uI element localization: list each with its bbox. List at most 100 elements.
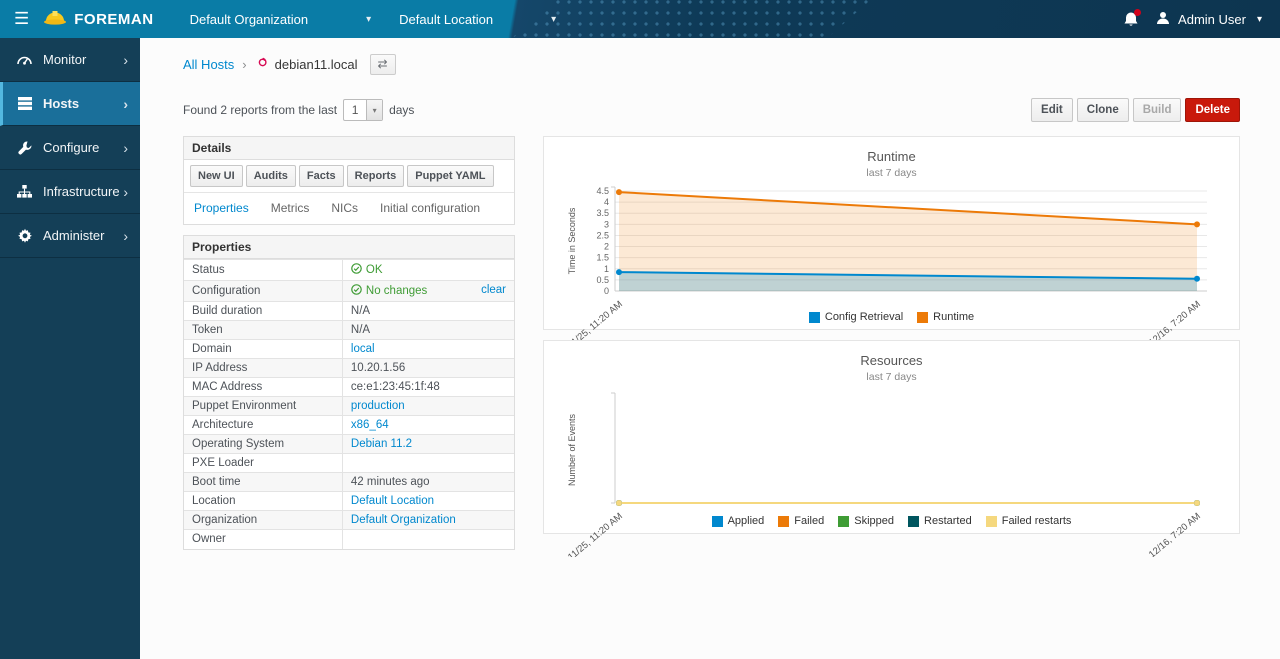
chart-subtitle: last 7 days <box>552 371 1231 383</box>
property-label: Domain <box>184 340 342 359</box>
legend-swatch <box>908 516 919 527</box>
property-label: Configuration <box>184 281 342 302</box>
property-value: x86_64 <box>342 416 514 435</box>
resources-chart: Number of Events11/25, 11:20 AM12/16, 7:… <box>559 385 1224 557</box>
sidebar-item-administer[interactable]: Administer› <box>0 214 140 258</box>
breadcrumb-switcher-button[interactable]: ⇄ <box>370 54 396 75</box>
host-action-buttons: EditCloneBuildDelete <box>1031 98 1240 122</box>
property-value: Default Location <box>342 492 514 511</box>
vertical-nav: Monitor›Hosts›Configure›Infrastructure›A… <box>0 38 140 659</box>
legend-item-skipped[interactable]: Skipped <box>838 515 894 527</box>
tab-nics[interactable]: NICs <box>331 201 358 215</box>
hamburger-menu-icon[interactable]: ☰ <box>14 9 29 29</box>
reports-bar: Found 2 reports from the last 1 ▾ days E… <box>183 98 1240 122</box>
property-label: Organization <box>184 511 342 530</box>
new-ui-button[interactable]: New UI <box>190 165 243 187</box>
reports-button[interactable]: Reports <box>347 165 405 187</box>
legend-label: Skipped <box>854 515 894 527</box>
gauge-icon <box>16 51 33 68</box>
property-label: Owner <box>184 530 342 549</box>
property-value-link[interactable]: Default Organization <box>351 514 456 526</box>
edit-button[interactable]: Edit <box>1031 98 1073 122</box>
property-value: No changesclear <box>342 281 514 302</box>
foreman-brand[interactable]: FOREMAN <box>43 8 153 30</box>
legend-label: Failed restarts <box>1002 515 1072 527</box>
sidebar-item-hosts[interactable]: Hosts› <box>0 82 140 126</box>
runtime-chart-panel: Runtimelast 7 days00.511.522.533.544.5Ti… <box>543 136 1240 330</box>
debian-logo-icon <box>255 56 269 73</box>
organization-dropdown[interactable]: Default Organization ▾ <box>176 0 386 38</box>
delete-button[interactable]: Delete <box>1185 98 1240 122</box>
svg-text:1.5: 1.5 <box>596 253 609 263</box>
audits-button[interactable]: Audits <box>246 165 296 187</box>
chevron-down-icon: ▾ <box>551 14 556 25</box>
property-row-mac-address: MAC Addressce:e1:23:45:1f:48 <box>184 378 514 397</box>
main-content: All Hosts › debian11.local ⇄ Found 2 rep… <box>140 38 1280 659</box>
legend-swatch <box>917 312 928 323</box>
check-circle-icon <box>351 284 362 298</box>
legend-label: Config Retrieval <box>825 311 903 323</box>
reports-count-text: Found 2 reports from the last <box>183 103 337 117</box>
legend-swatch <box>778 516 789 527</box>
property-label: Location <box>184 492 342 511</box>
legend-item-config-retrieval[interactable]: Config Retrieval <box>809 311 903 323</box>
property-value-link[interactable]: local <box>351 343 375 355</box>
organization-label: Default Organization <box>190 12 309 27</box>
details-panel: Details New UIAuditsFactsReportsPuppet Y… <box>183 136 515 225</box>
properties-table: StatusOKConfigurationNo changesclearBuil… <box>184 259 514 549</box>
property-value-link[interactable]: Debian 11.2 <box>351 438 412 450</box>
property-value-link[interactable]: x86_64 <box>351 419 389 431</box>
property-label: Boot time <box>184 473 342 492</box>
user-menu[interactable]: Admin User ▾ <box>1155 10 1262 29</box>
user-avatar-icon <box>1155 10 1171 29</box>
gear-icon <box>16 227 33 244</box>
facts-button[interactable]: Facts <box>299 165 344 187</box>
property-value <box>342 530 514 549</box>
property-value-link[interactable]: production <box>351 400 405 412</box>
clone-button[interactable]: Clone <box>1077 98 1129 122</box>
legend-item-restarted[interactable]: Restarted <box>908 515 972 527</box>
legend-item-failed-restarts[interactable]: Failed restarts <box>986 515 1072 527</box>
tab-initial-configuration[interactable]: Initial configuration <box>380 201 480 215</box>
property-row-token: TokenN/A <box>184 321 514 340</box>
chart-subtitle: last 7 days <box>552 167 1231 179</box>
legend-item-failed[interactable]: Failed <box>778 515 824 527</box>
puppet-yaml-button[interactable]: Puppet YAML <box>407 165 493 187</box>
property-value: N/A <box>342 302 514 321</box>
build-button: Build <box>1133 98 1182 122</box>
property-row-pxe-loader: PXE Loader <box>184 454 514 473</box>
sidebar-item-label: Monitor <box>43 52 86 67</box>
sidebar-item-infrastructure[interactable]: Infrastructure› <box>0 170 140 214</box>
sidebar-item-monitor[interactable]: Monitor › <box>0 38 140 82</box>
sidebar-item-configure[interactable]: Configure› <box>0 126 140 170</box>
chart-title: Runtime <box>552 149 1231 164</box>
properties-panel-title: Properties <box>184 236 514 259</box>
property-row-ip-address: IP Address10.20.1.56 <box>184 359 514 378</box>
property-row-build-duration: Build durationN/A <box>184 302 514 321</box>
legend-item-runtime[interactable]: Runtime <box>917 311 974 323</box>
location-dropdown[interactable]: Default Location ▾ <box>385 0 570 38</box>
chevron-right-icon: › <box>123 52 128 68</box>
tab-metrics[interactable]: Metrics <box>271 201 310 215</box>
details-buttons: New UIAuditsFactsReportsPuppet YAML <box>184 160 514 193</box>
svg-text:4.5: 4.5 <box>596 186 609 196</box>
property-label: Architecture <box>184 416 342 435</box>
svg-text:2.5: 2.5 <box>596 230 609 240</box>
property-value-link[interactable]: Default Location <box>351 495 434 507</box>
notification-badge <box>1134 9 1141 16</box>
clear-link[interactable]: clear <box>481 284 506 296</box>
chevron-down-icon: ▾ <box>366 14 371 25</box>
days-select[interactable]: 1 ▾ <box>343 99 383 121</box>
svg-text:3: 3 <box>604 219 609 229</box>
chevron-right-icon: › <box>123 140 128 156</box>
notifications-bell-icon[interactable] <box>1123 11 1139 28</box>
breadcrumb-all-hosts-link[interactable]: All Hosts <box>183 57 234 72</box>
property-row-boot-time: Boot time42 minutes ago <box>184 473 514 492</box>
property-row-location: Location Default Location <box>184 492 514 511</box>
tab-properties[interactable]: Properties <box>194 201 249 215</box>
chevron-right-icon: › <box>123 96 128 112</box>
property-label: Operating System <box>184 435 342 454</box>
legend-item-applied[interactable]: Applied <box>712 515 765 527</box>
runtime-chart: 00.511.522.533.544.5Time in Seconds11/25… <box>559 181 1224 353</box>
sidebar-item-label: Administer <box>43 228 104 243</box>
